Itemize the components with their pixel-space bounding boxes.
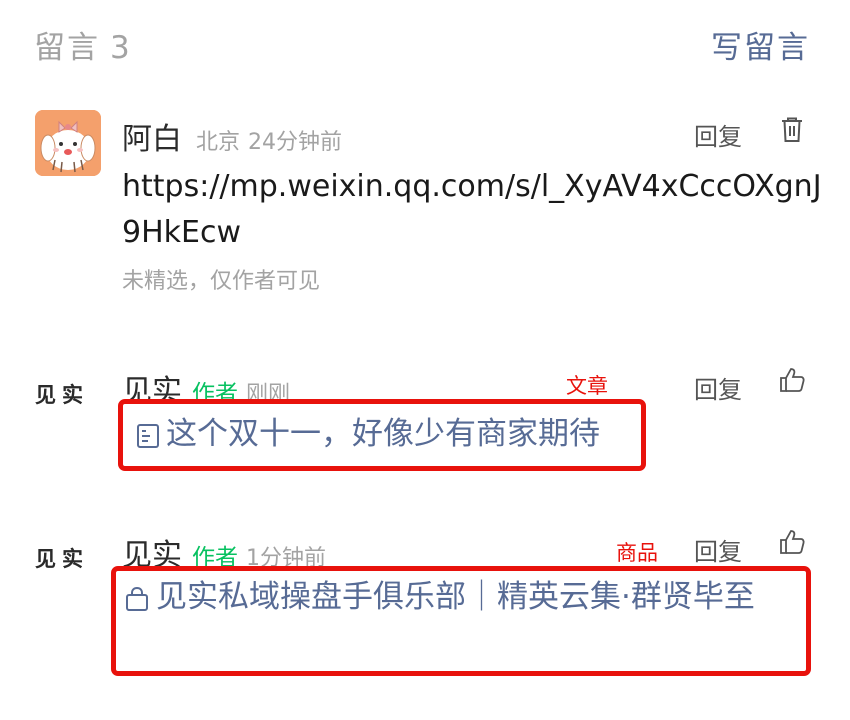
comment-time: 24分钟前 [248, 130, 343, 155]
annotation-label: 文章 [566, 374, 608, 398]
shopping-bag-icon [126, 586, 148, 611]
comments-header: 留言 3 [34, 22, 130, 67]
product-link[interactable]: 见实私域操盘手俱乐部｜精英云集·群贤毕至 [124, 572, 814, 622]
comment-nickname[interactable]: 阿白 [122, 114, 182, 158]
annotation-label: 商品 [616, 541, 658, 565]
article-link-text[interactable]: 这个双十一，好像少有商家期待 [166, 416, 600, 452]
avatar[interactable]: 见实 [35, 379, 105, 409]
comment-body: https://mp.weixin.qq.com/s/l_XyAV4xCccOX… [122, 169, 822, 250]
comment-meta: 阿白 北京 24分钟前 [122, 114, 342, 158]
comment-visibility-note: 未精选，仅作者可见 [122, 269, 321, 294]
article-link[interactable]: 这个双十一，好像少有商家期待 [136, 409, 600, 459]
avatar[interactable]: 见实 [35, 543, 105, 573]
comment-location: 北京 [196, 130, 241, 155]
article-icon [137, 423, 159, 448]
trash-icon[interactable] [778, 116, 806, 144]
reply-button[interactable]: 回复 [694, 117, 742, 152]
product-link-text[interactable]: 见实私域操盘手俱乐部｜精英云集·群贤毕至 [156, 579, 755, 615]
cartoon-dog-avatar-icon [35, 110, 101, 176]
thumbs-up-icon[interactable] [778, 366, 806, 394]
thumbs-up-icon[interactable] [778, 528, 806, 556]
comments-title: 留言 [34, 30, 100, 66]
comments-count: 3 [110, 30, 130, 66]
avatar[interactable] [35, 110, 101, 176]
write-comment-button[interactable]: 写留言 [711, 22, 810, 67]
reply-button[interactable]: 回复 [694, 370, 742, 405]
reply-button[interactable]: 回复 [694, 532, 742, 567]
